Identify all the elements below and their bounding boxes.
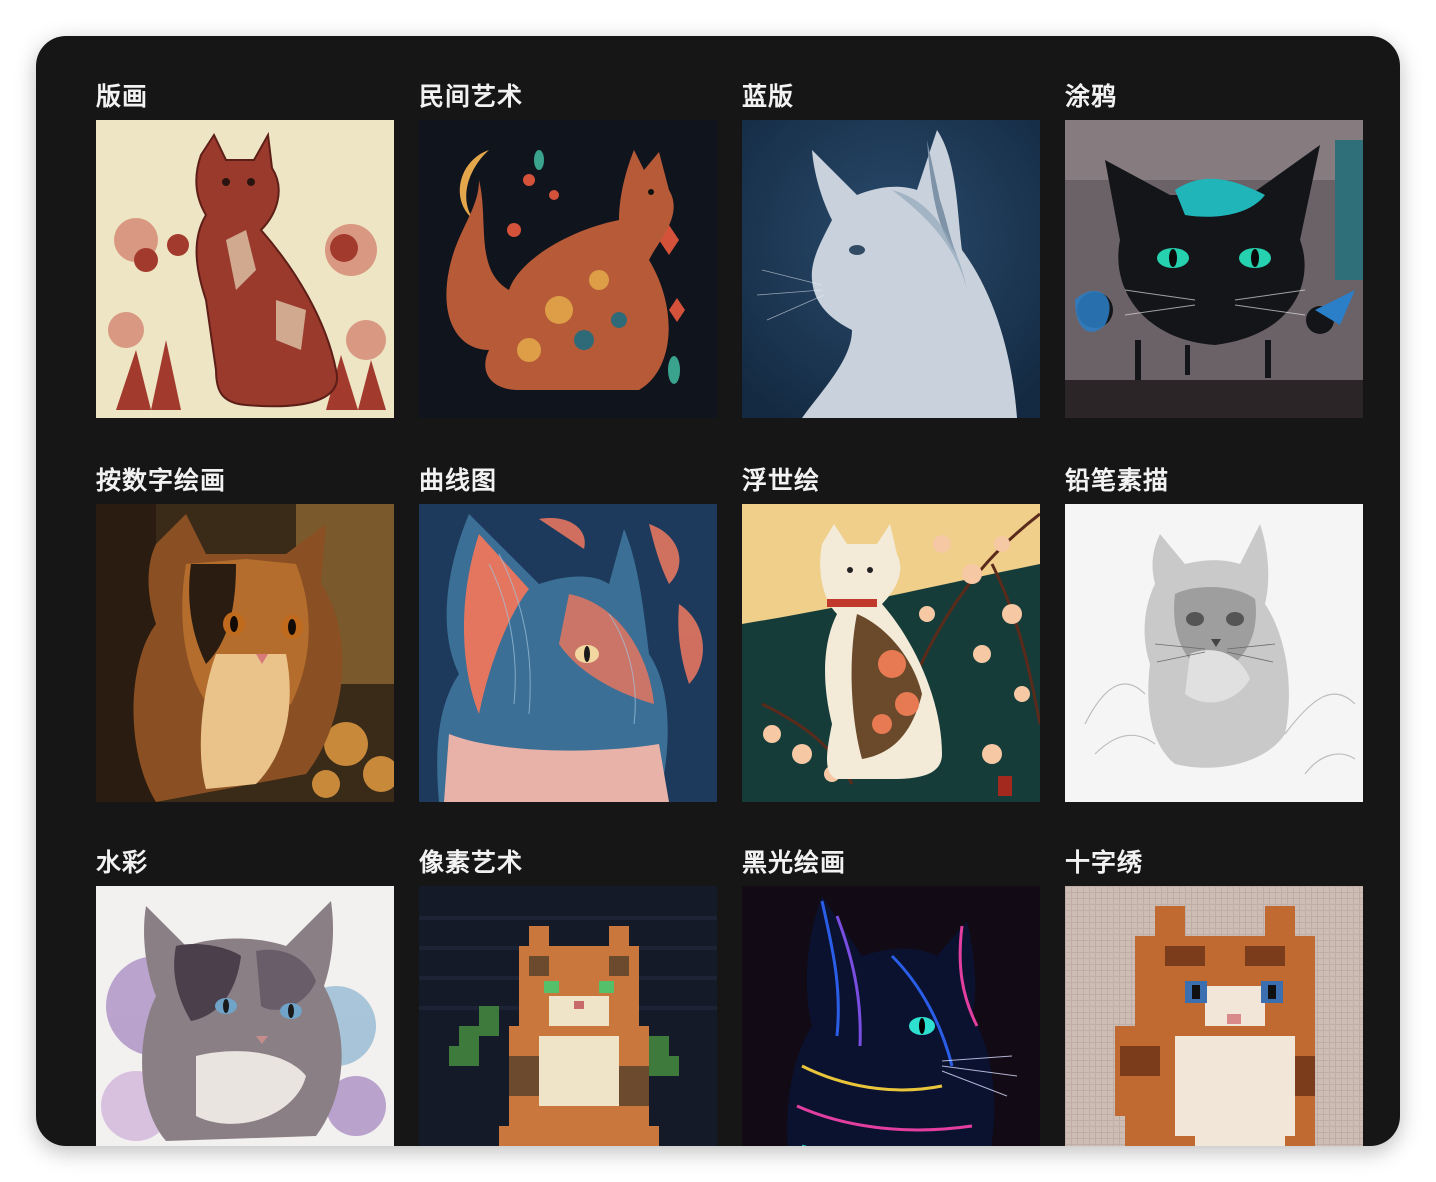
- style-thumbnail-blacklight[interactable]: [742, 886, 1040, 1146]
- style-label: 像素艺术: [419, 848, 524, 877]
- style-thumbnail-pencil[interactable]: [1065, 504, 1363, 802]
- style-label: 民间艺术: [419, 82, 524, 111]
- cat-cross-stitch-image: [1065, 886, 1363, 1146]
- cat-ukiyoe-image: [742, 504, 1040, 802]
- cat-pixel-image: [419, 886, 717, 1146]
- cat-lineart-image: [419, 504, 717, 802]
- style-thumbnail-lineart[interactable]: [419, 504, 717, 802]
- style-thumbnail-ukiyoe[interactable]: [742, 504, 1040, 802]
- style-label: 曲线图: [419, 466, 498, 495]
- cat-paint-by-number-image: [96, 504, 394, 802]
- style-thumbnail-cyanotype[interactable]: [742, 120, 1040, 418]
- cat-blacklight-image: [742, 886, 1040, 1146]
- cat-folk-image: [419, 120, 717, 418]
- style-thumbnail-folk[interactable]: [419, 120, 717, 418]
- cat-cyanotype-image: [742, 120, 1040, 418]
- style-thumbnail-paint-by-number[interactable]: [96, 504, 394, 802]
- cat-graffiti-image: [1065, 120, 1363, 418]
- style-label: 版画: [96, 82, 149, 111]
- cat-pencil-image: [1065, 504, 1363, 802]
- style-label: 涂鸦: [1065, 82, 1118, 111]
- style-label: 水彩: [96, 848, 149, 877]
- style-label: 蓝版: [742, 82, 795, 111]
- style-label: 黑光绘画: [742, 848, 847, 877]
- cat-watercolor-image: [96, 886, 394, 1146]
- style-thumbnail-graffiti[interactable]: [1065, 120, 1363, 418]
- cat-print-image: [96, 120, 394, 418]
- style-thumbnail-pixel[interactable]: [419, 886, 717, 1146]
- style-label: 按数字绘画: [96, 466, 227, 495]
- style-label: 浮世绘: [742, 466, 821, 495]
- style-label: 铅笔素描: [1065, 466, 1170, 495]
- style-thumbnail-watercolor[interactable]: [96, 886, 394, 1146]
- style-thumbnail-cross-stitch[interactable]: [1065, 886, 1363, 1146]
- style-thumbnail-print[interactable]: [96, 120, 394, 418]
- style-gallery-panel: 版画 民间艺术 蓝版 涂鸦 按数字绘画 曲线图 浮世绘 铅笔素描 水彩 像素艺术…: [36, 36, 1400, 1146]
- style-label: 十字绣: [1065, 848, 1144, 877]
